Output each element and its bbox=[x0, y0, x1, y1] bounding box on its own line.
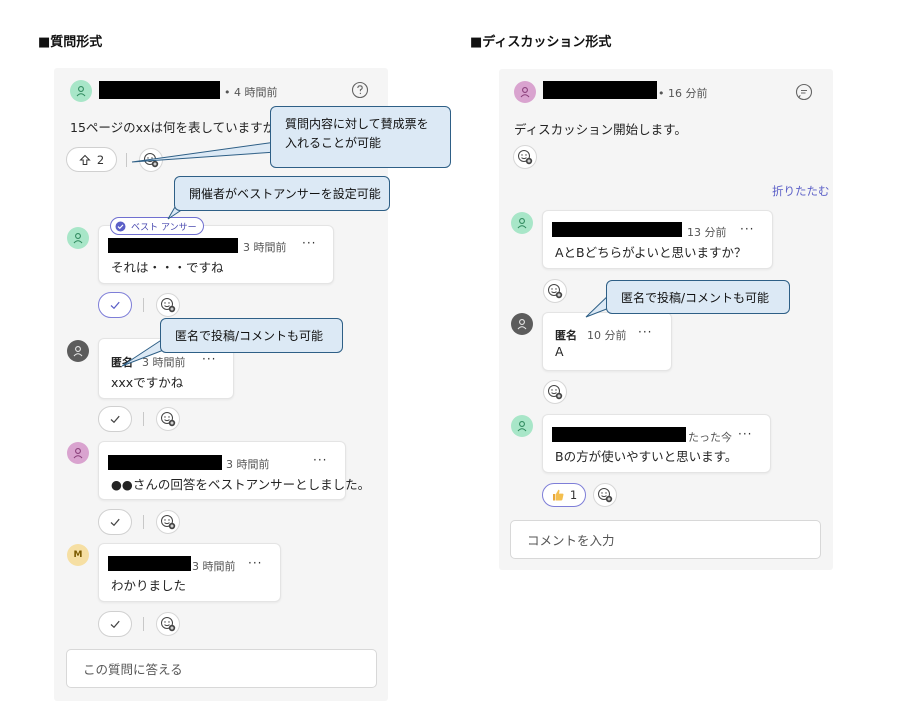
callout-anonymous-left: 匿名で投稿/コメントも可能 bbox=[160, 318, 343, 353]
callout-upvote: 質問内容に対して賛成票を入れることが可能 bbox=[270, 106, 451, 168]
callout-anonymous-right: 匿名で投稿/コメントも可能 bbox=[606, 280, 790, 314]
callout-best-answer: 開催者がベストアンサーを設定可能 bbox=[174, 176, 390, 211]
